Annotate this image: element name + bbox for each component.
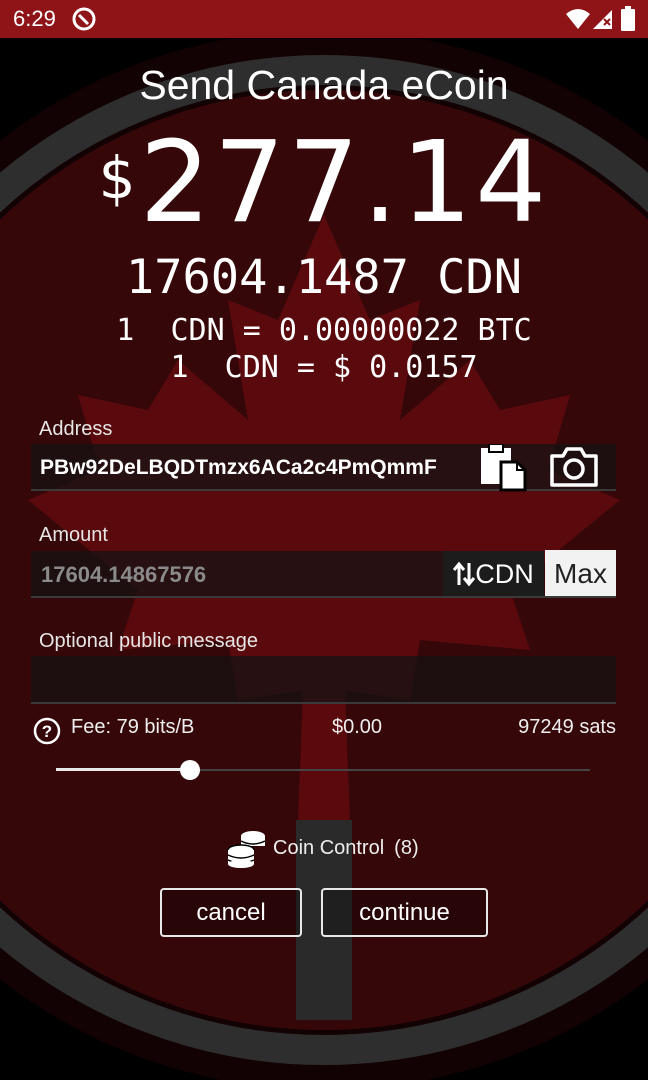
camera-icon[interactable] — [549, 446, 599, 488]
fee-sats: 97249 sats — [518, 716, 616, 738]
fiat-symbol: $ — [98, 144, 136, 212]
coin-control-count: (8) — [394, 836, 419, 859]
message-input[interactable] — [31, 656, 616, 704]
swap-icon — [453, 561, 476, 587]
amount-input[interactable]: 17604.14867576 — [41, 562, 206, 588]
fee-slider-fill — [56, 768, 190, 771]
address-input[interactable]: PBw92DeLBQDTmzx6ACa2c4PmQmmF — [40, 456, 470, 480]
coin-control-label: Coin Control — [273, 836, 385, 859]
amount-label: Amount — [39, 524, 108, 546]
cancel-button[interactable]: cancel — [160, 888, 302, 937]
amount-underline — [31, 596, 616, 598]
coin-control-button[interactable]: Coin Control (8) — [227, 828, 419, 868]
signal-icon — [593, 10, 612, 29]
max-button[interactable]: Max — [545, 550, 616, 597]
unit-label: CDN — [475, 558, 534, 589]
rate-fiat: 1 CDN = $ 0.0157 — [170, 350, 478, 385]
coins-icon — [227, 831, 266, 868]
fiat-value: 277.14 — [139, 118, 550, 248]
help-icon[interactable]: ? — [33, 717, 61, 745]
wifi-icon — [566, 9, 590, 29]
continue-button[interactable]: continue — [321, 888, 488, 937]
fee-slider-thumb[interactable] — [179, 760, 200, 780]
paste-icon[interactable] — [479, 444, 529, 492]
fiat-amount: $277.14 — [0, 118, 648, 248]
status-time: 6:29 — [13, 6, 56, 31]
address-label: Address — [39, 418, 113, 440]
no-disturb-icon — [72, 7, 96, 31]
message-label: Optional public message — [39, 630, 259, 652]
page-title: Send Canada eCoin — [139, 62, 509, 108]
svg-text:?: ? — [42, 722, 52, 741]
crypto-amount: 17604.1487 CDN — [125, 250, 523, 305]
battery-icon — [621, 6, 635, 31]
unit-toggle-button[interactable]: CDN — [443, 551, 544, 597]
fee-rate: Fee: 79 bits/B — [71, 716, 195, 738]
rate-btc: 1 CDN = 0.00000022 BTC — [116, 313, 532, 348]
fee-fiat: $0.00 — [332, 716, 383, 738]
status-bar: 6:29 — [0, 0, 648, 38]
